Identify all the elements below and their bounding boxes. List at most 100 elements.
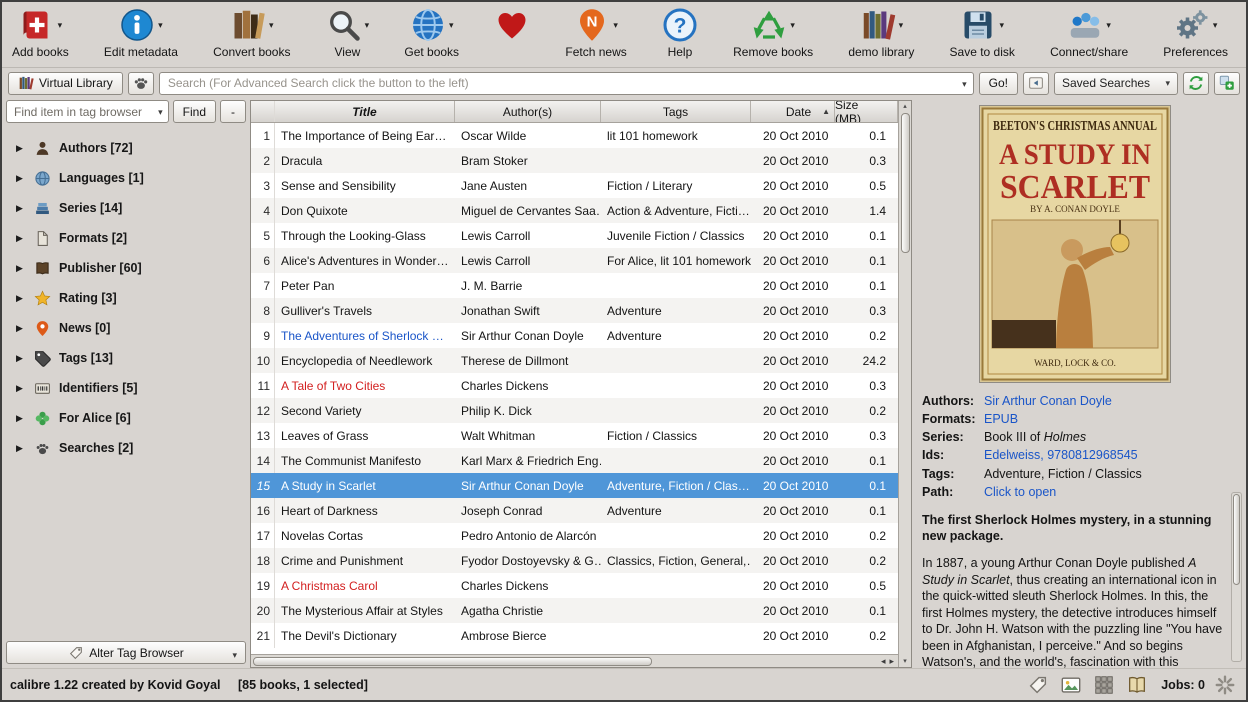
book-title-cell[interactable]: A Christmas Carol xyxy=(275,573,455,598)
book-tags-cell[interactable]: Adventure xyxy=(601,498,751,523)
book-tags-cell[interactable] xyxy=(601,148,751,173)
book-size-cell[interactable]: 1.4 xyxy=(835,198,898,223)
toolbar-button-preferences[interactable]: ▾Preferences xyxy=(1159,5,1232,60)
book-tags-cell[interactable]: Fiction / Classics xyxy=(601,423,751,448)
book-tags-cell[interactable]: Fiction / Literary xyxy=(601,173,751,198)
book-title-cell[interactable]: Leaves of Grass xyxy=(275,423,455,448)
book-authors-cell[interactable]: Joseph Conrad xyxy=(455,498,601,523)
horizontal-scrollbar[interactable]: ◂ ▸ xyxy=(251,654,898,667)
book-row-number[interactable]: 16 xyxy=(251,498,275,523)
book-date-cell[interactable]: 20 Oct 2010 xyxy=(751,323,835,348)
book-cover-image[interactable]: BEETON'S CHRISTMAS ANNUAL A STUDY IN SCA… xyxy=(980,106,1170,382)
book-title-cell[interactable]: Peter Pan xyxy=(275,273,455,298)
book-date-cell[interactable]: 20 Oct 2010 xyxy=(751,348,835,373)
alter-tag-browser-button[interactable]: Alter Tag Browser ▾ xyxy=(6,641,246,664)
book-size-cell[interactable]: 0.1 xyxy=(835,123,898,148)
book-date-cell[interactable]: 20 Oct 2010 xyxy=(751,273,835,298)
book-row-number[interactable]: 1 xyxy=(251,123,275,148)
book-row-10[interactable]: 10Encyclopedia of NeedleworkTherese de D… xyxy=(251,348,898,373)
book-tags-cell[interactable] xyxy=(601,273,751,298)
book-tags-cell[interactable] xyxy=(601,373,751,398)
book-title-cell[interactable]: Dracula xyxy=(275,148,455,173)
book-tags-cell[interactable] xyxy=(601,623,751,648)
search-option-button[interactable] xyxy=(128,72,154,95)
book-row-5[interactable]: 5Through the Looking-GlassLewis CarrollJ… xyxy=(251,223,898,248)
header-size[interactable]: Size (MB) xyxy=(835,101,898,122)
book-row-9[interactable]: 9The Adventures of Sherlock …Sir Arthur … xyxy=(251,323,898,348)
book-size-cell[interactable]: 0.3 xyxy=(835,298,898,323)
book-tags-cell[interactable]: Action & Adventure, Ficti… xyxy=(601,198,751,223)
book-authors-cell[interactable]: Therese de Dillmont xyxy=(455,348,601,373)
book-authors-cell[interactable]: Philip K. Dick xyxy=(455,398,601,423)
book-row-number[interactable]: 6 xyxy=(251,248,275,273)
toolbar-button-get-books[interactable]: ▾Get books xyxy=(400,5,463,60)
dropdown-arrow-icon[interactable]: ▾ xyxy=(449,20,454,31)
tag-browser-item-tags[interactable]: ▶Tags [13] xyxy=(6,343,246,373)
expand-arrow-icon[interactable]: ▶ xyxy=(16,353,26,364)
book-row-number[interactable]: 4 xyxy=(251,198,275,223)
dropdown-arrow-icon[interactable]: ▾ xyxy=(999,20,1004,31)
book-title-cell[interactable]: The Adventures of Sherlock … xyxy=(275,323,455,348)
dropdown-arrow-icon[interactable]: ▾ xyxy=(1213,20,1218,31)
expand-arrow-icon[interactable]: ▶ xyxy=(16,293,26,304)
book-size-cell[interactable]: 0.1 xyxy=(835,248,898,273)
book-row-number[interactable]: 18 xyxy=(251,548,275,573)
book-row-11[interactable]: 11A Tale of Two CitiesCharles Dickens20 … xyxy=(251,373,898,398)
header-title[interactable]: Title xyxy=(275,101,455,122)
book-authors-cell[interactable]: Agatha Christie xyxy=(455,598,601,623)
book-row-number[interactable]: 17 xyxy=(251,523,275,548)
header-row-number[interactable] xyxy=(251,101,275,122)
book-size-cell[interactable]: 0.2 xyxy=(835,398,898,423)
book-title-cell[interactable]: The Communist Manifesto xyxy=(275,448,455,473)
book-title-cell[interactable]: Heart of Darkness xyxy=(275,498,455,523)
book-row-13[interactable]: 13Leaves of GrassWalt WhitmanFiction / C… xyxy=(251,423,898,448)
jobs-spinner-button[interactable] xyxy=(1212,672,1238,698)
book-tags-cell[interactable]: lit 101 homework xyxy=(601,123,751,148)
book-date-cell[interactable]: 20 Oct 2010 xyxy=(751,473,835,498)
book-row-19[interactable]: 19A Christmas CarolCharles Dickens20 Oct… xyxy=(251,573,898,598)
book-tags-cell[interactable] xyxy=(601,348,751,373)
search-history-dropdown-icon[interactable]: ▾ xyxy=(962,79,967,90)
search-input[interactable] xyxy=(159,72,974,95)
book-title-cell[interactable]: Gulliver's Travels xyxy=(275,298,455,323)
book-row-number[interactable]: 19 xyxy=(251,573,275,598)
book-authors-cell[interactable]: Charles Dickens xyxy=(455,373,601,398)
toolbar-button-view[interactable]: ▾View xyxy=(322,5,374,60)
book-tags-cell[interactable]: Classics, Fiction, General,… xyxy=(601,548,751,573)
book-date-cell[interactable]: 20 Oct 2010 xyxy=(751,598,835,623)
book-authors-cell[interactable]: Oscar Wilde xyxy=(455,123,601,148)
book-authors-cell[interactable]: Fyodor Dostoyevsky & G… xyxy=(455,548,601,573)
book-authors-cell[interactable]: Miguel de Cervantes Saa… xyxy=(455,198,601,223)
format-link[interactable]: EPUB xyxy=(984,410,1018,428)
toggle-cover-browser-button[interactable] xyxy=(1058,672,1084,698)
book-tags-cell[interactable]: Juvenile Fiction / Classics xyxy=(601,223,751,248)
book-title-cell[interactable]: Encyclopedia of Needlework xyxy=(275,348,455,373)
book-row-number[interactable]: 21 xyxy=(251,623,275,648)
book-row-number[interactable]: 13 xyxy=(251,423,275,448)
book-tags-cell[interactable]: For Alice, lit 101 homework xyxy=(601,248,751,273)
scroll-right-icon[interactable]: ▸ xyxy=(889,656,894,667)
book-row-3[interactable]: 3Sense and SensibilityJane AustenFiction… xyxy=(251,173,898,198)
book-row-number[interactable]: 15 xyxy=(251,473,275,498)
expand-arrow-icon[interactable]: ▶ xyxy=(16,263,26,274)
book-size-cell[interactable]: 0.1 xyxy=(835,473,898,498)
book-size-cell[interactable]: 0.1 xyxy=(835,448,898,473)
book-title-cell[interactable]: A Study in Scarlet xyxy=(275,473,455,498)
book-date-cell[interactable]: 20 Oct 2010 xyxy=(751,448,835,473)
toolbar-button-convert-books[interactable]: ▾Convert books xyxy=(209,5,294,60)
toolbar-button-edit-metadata[interactable]: ▾Edit metadata xyxy=(100,5,182,60)
expand-arrow-icon[interactable]: ▶ xyxy=(16,203,26,214)
toggle-cover-grid-button[interactable] xyxy=(1091,672,1117,698)
book-size-cell[interactable]: 0.1 xyxy=(835,498,898,523)
toolbar-button-donate[interactable] xyxy=(490,5,534,46)
tag-browser-item-languages[interactable]: ▶Languages [1] xyxy=(6,163,246,193)
expand-arrow-icon[interactable]: ▶ xyxy=(16,143,26,154)
toolbar-button-help[interactable]: ?Help xyxy=(658,5,702,60)
ids-link[interactable]: Edelweiss, 9780812968545 xyxy=(984,446,1138,464)
details-scrollbar[interactable] xyxy=(1231,492,1242,662)
book-size-cell[interactable]: 0.1 xyxy=(835,273,898,298)
book-row-16[interactable]: 16Heart of DarknessJoseph ConradAdventur… xyxy=(251,498,898,523)
header-authors[interactable]: Author(s) xyxy=(455,101,601,122)
tag-browser-item-news[interactable]: ▶News [0] xyxy=(6,313,246,343)
book-title-cell[interactable]: Through the Looking-Glass xyxy=(275,223,455,248)
